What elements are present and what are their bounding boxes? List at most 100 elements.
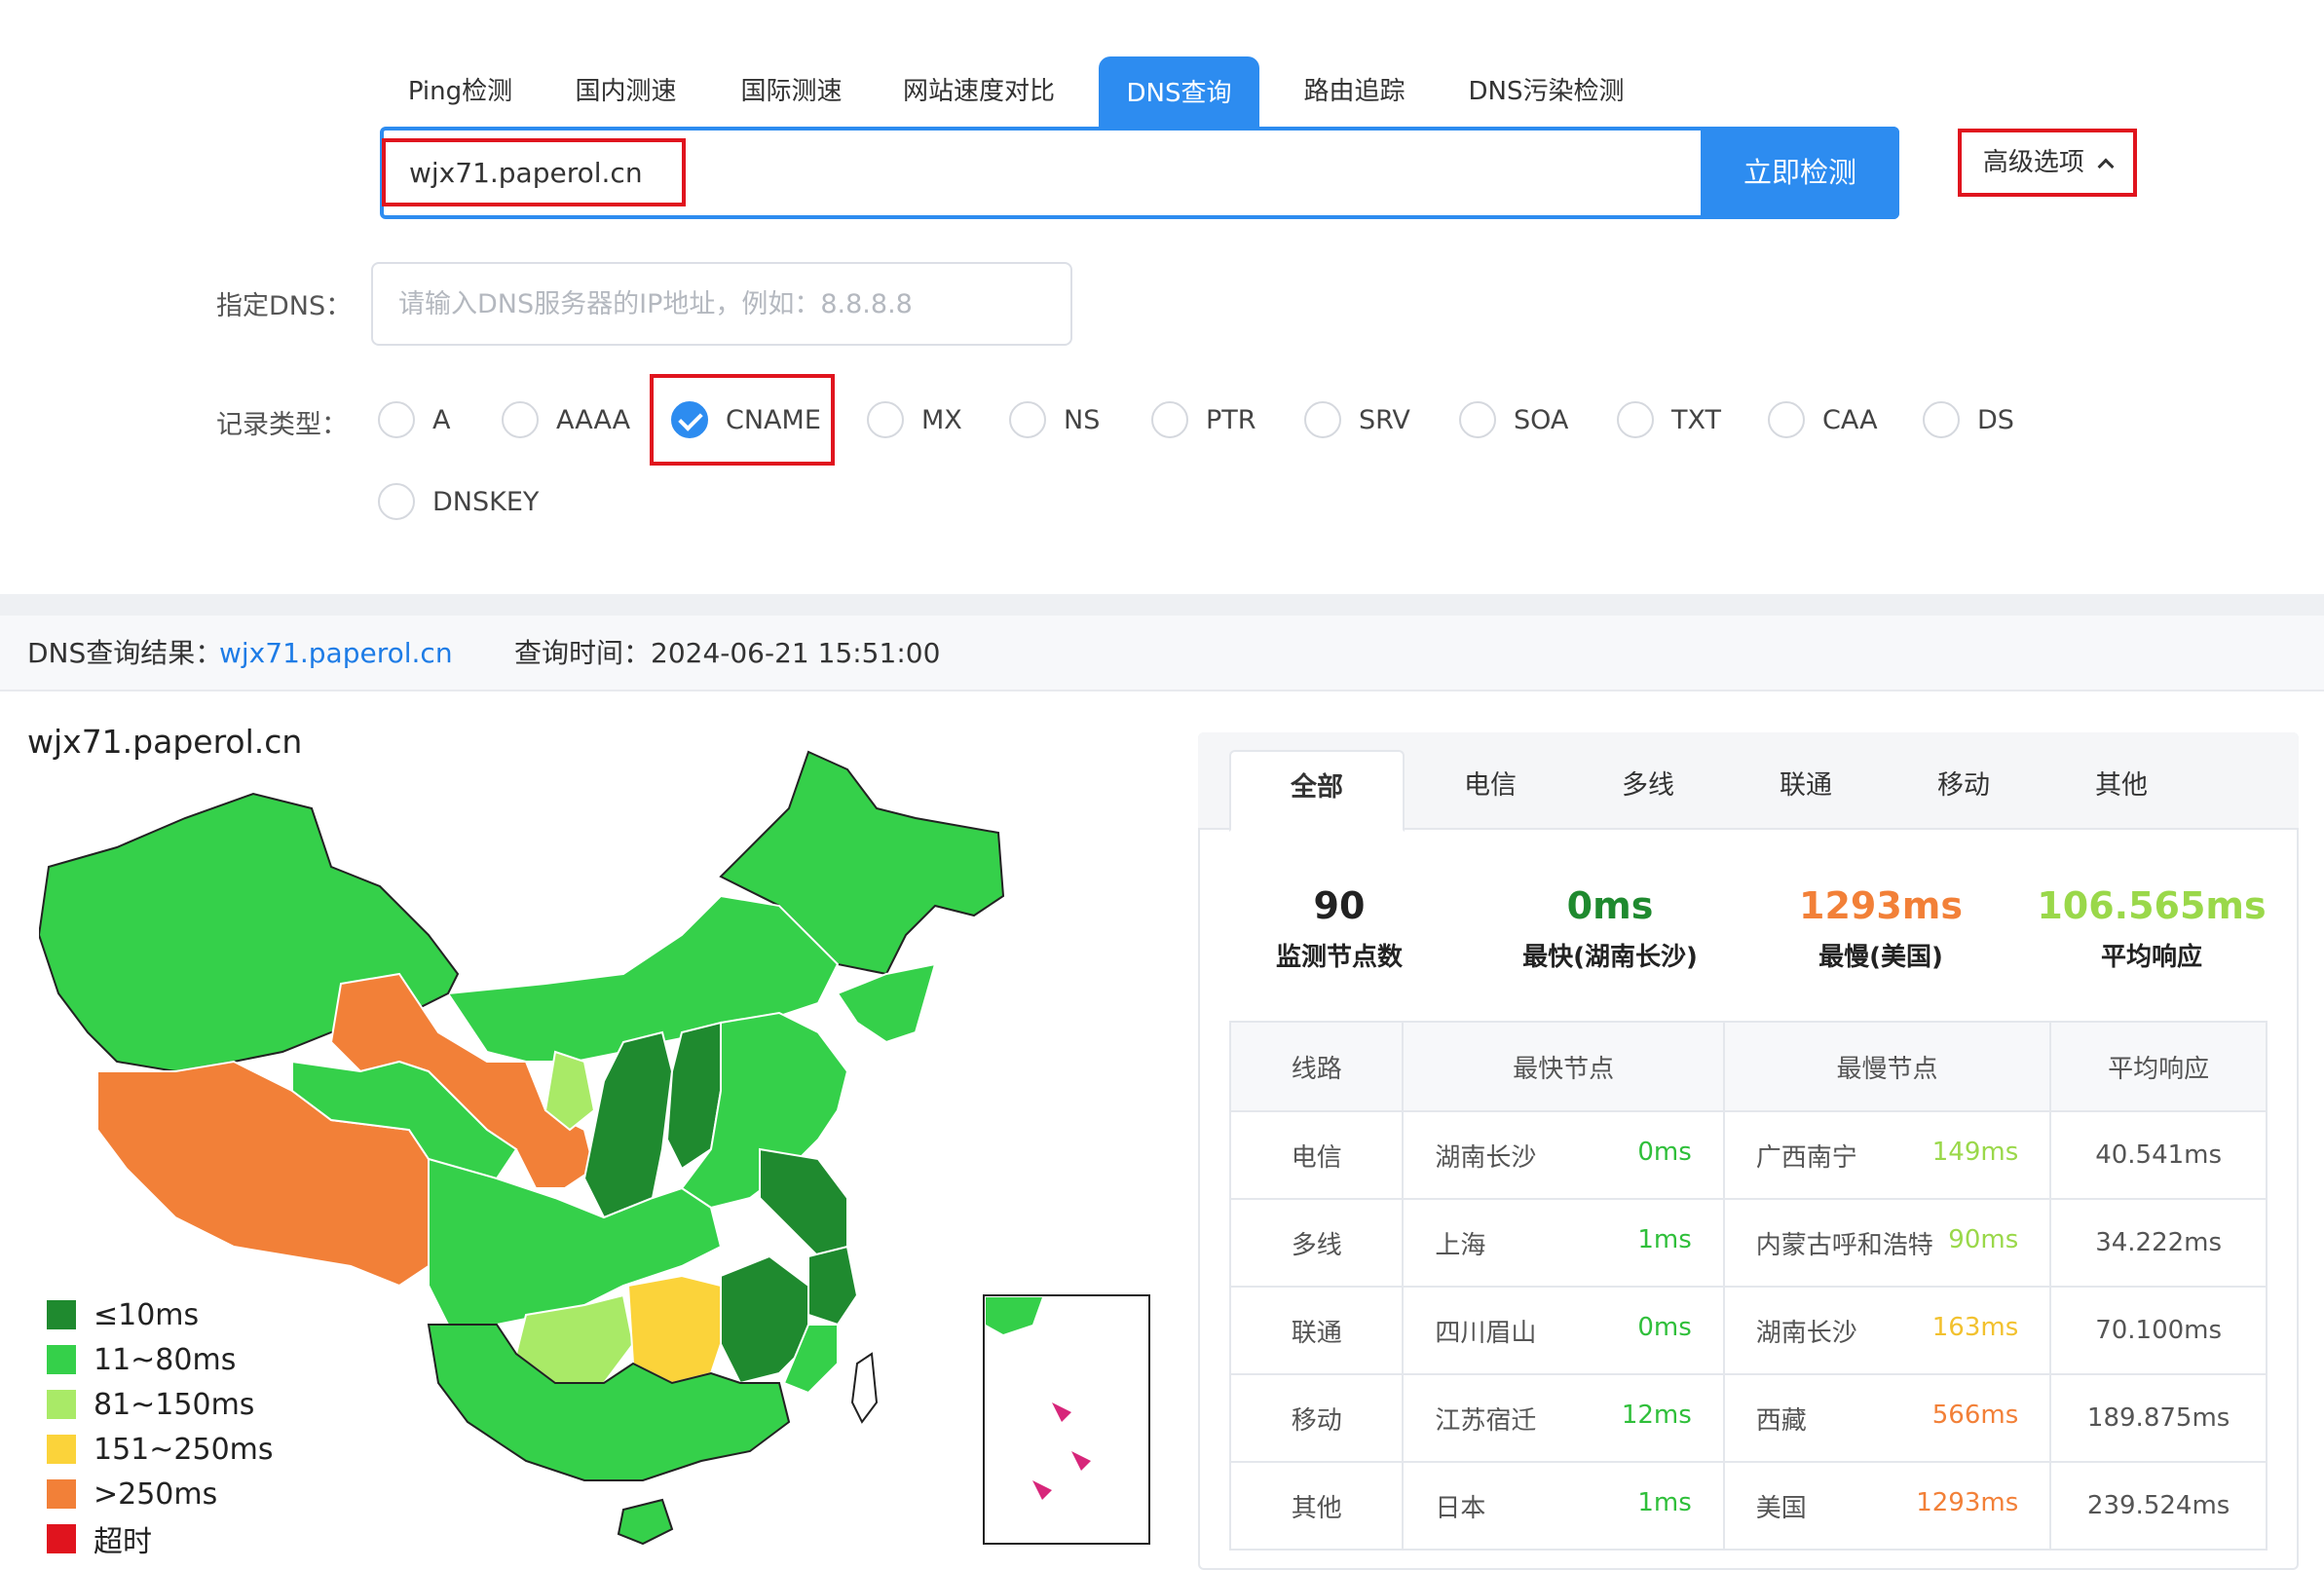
radio-aaaa[interactable]: AAAA bbox=[502, 398, 630, 441]
tab-other[interactable]: 其他 bbox=[2043, 750, 2199, 830]
legend-item: 81~150ms bbox=[47, 1385, 254, 1424]
line-name: 其他 bbox=[1228, 1461, 1405, 1551]
radio-label: SRV bbox=[1359, 404, 1410, 435]
fast-node: 上海 bbox=[1435, 1230, 1486, 1260]
tab-telecom[interactable]: 电信 bbox=[1412, 750, 1568, 830]
dns-label: 指定DNS： bbox=[216, 291, 353, 321]
detect-button[interactable]: 立即检测 bbox=[1701, 127, 1899, 219]
radio-dnskey[interactable]: DNSKEY bbox=[378, 480, 539, 523]
legend-item: ≤10ms bbox=[47, 1295, 199, 1334]
legend-label: 11~80ms bbox=[94, 1342, 237, 1377]
radio-soa[interactable]: SOA bbox=[1459, 398, 1568, 441]
radio-circle-icon bbox=[1304, 401, 1341, 438]
legend-label: 超时 bbox=[94, 1525, 152, 1559]
radio-ns[interactable]: NS bbox=[1009, 398, 1100, 441]
slowest-label: 最慢(美国) bbox=[1818, 943, 1943, 972]
column-header: 平均响应 bbox=[2049, 1021, 2268, 1112]
avg-ms: 239.524ms bbox=[2049, 1461, 2268, 1551]
radio-label: DNSKEY bbox=[432, 486, 540, 517]
radio-a[interactable]: A bbox=[378, 398, 450, 441]
tab-all[interactable]: 全部 bbox=[1229, 750, 1405, 832]
radio-ds[interactable]: DS bbox=[1923, 398, 2014, 441]
fast-ms: 0ms bbox=[1637, 1137, 1692, 1167]
slow-node: 湖南长沙 bbox=[1755, 1318, 1857, 1348]
line-name: 联通 bbox=[1228, 1286, 1405, 1375]
radio-circle-icon bbox=[867, 401, 904, 438]
table-row: 其他 日本 1ms 美国 1293ms 239.524ms bbox=[1228, 1461, 2268, 1551]
table-row: 多线 上海 1ms 内蒙古呼和浩特 90ms 34.222ms bbox=[1228, 1198, 2268, 1288]
tab-domestic-speed[interactable]: 国内测速 bbox=[555, 55, 696, 129]
average-label: 平均响应 bbox=[2100, 943, 2202, 972]
record-type-label: 记录类型： bbox=[216, 410, 348, 440]
fast-ms: 1ms bbox=[1637, 1487, 1692, 1517]
table-header-row: 线路 最快节点 最慢节点 平均响应 bbox=[1228, 1021, 2268, 1112]
slow-ms: 149ms bbox=[1931, 1137, 2019, 1167]
fastest-label: 最快(湖南长沙) bbox=[1522, 943, 1698, 972]
legend-label: ≤10ms bbox=[94, 1297, 200, 1332]
legend-swatch bbox=[47, 1479, 76, 1509]
tab-ping[interactable]: Ping检测 bbox=[390, 55, 531, 129]
legend-label: 81~150ms bbox=[94, 1387, 255, 1422]
radio-label: AAAA bbox=[556, 404, 631, 435]
radio-srv[interactable]: SRV bbox=[1304, 398, 1410, 441]
radio-circle-icon bbox=[1617, 401, 1654, 438]
radio-ptr[interactable]: PTR bbox=[1151, 398, 1256, 441]
query-time-value: 2024-06-21 15:51:00 bbox=[651, 637, 941, 669]
fast-node: 日本 bbox=[1435, 1493, 1486, 1523]
legend-swatch bbox=[47, 1390, 76, 1419]
fast-ms: 12ms bbox=[1621, 1400, 1692, 1430]
radio-circle-icon bbox=[378, 401, 415, 438]
tab-traceroute[interactable]: 路由追踪 bbox=[1284, 55, 1425, 129]
legend-item: 151~250ms bbox=[47, 1430, 274, 1469]
legend-label: >250ms bbox=[94, 1477, 218, 1512]
column-header: 最快节点 bbox=[1402, 1021, 1725, 1112]
radio-caa[interactable]: CAA bbox=[1768, 398, 1878, 441]
slowest-value: 1293ms bbox=[1799, 884, 1963, 927]
radio-label: SOA bbox=[1514, 404, 1569, 435]
radio-label: NS bbox=[1064, 404, 1101, 435]
legend-swatch bbox=[47, 1345, 76, 1374]
tab-multiline[interactable]: 多线 bbox=[1570, 750, 1726, 830]
slow-ms: 566ms bbox=[1931, 1400, 2019, 1430]
highlight-box bbox=[382, 138, 686, 206]
radio-label: PTR bbox=[1206, 404, 1256, 435]
radio-label: TXT bbox=[1671, 404, 1722, 435]
tab-site-compare[interactable]: 网站速度对比 bbox=[886, 55, 1071, 129]
result-domain-link[interactable]: wjx71.paperol.cn bbox=[219, 616, 453, 692]
line-name: 多线 bbox=[1228, 1198, 1405, 1288]
legend-item: >250ms bbox=[47, 1475, 217, 1514]
tab-unicom[interactable]: 联通 bbox=[1728, 750, 1884, 830]
column-header: 线路 bbox=[1228, 1021, 1405, 1112]
legend-item: 11~80ms bbox=[47, 1340, 236, 1379]
slow-ms: 90ms bbox=[1948, 1224, 2019, 1254]
tab-dns-query[interactable]: DNS查询 bbox=[1099, 56, 1259, 129]
avg-ms: 34.222ms bbox=[2049, 1198, 2268, 1288]
fastest-value: 0ms bbox=[1566, 884, 1654, 927]
slow-node: 内蒙古呼和浩特 bbox=[1755, 1230, 1933, 1260]
dns-server-input[interactable] bbox=[371, 262, 1072, 346]
radio-circle-icon bbox=[1768, 401, 1805, 438]
legend-swatch bbox=[47, 1435, 76, 1464]
radio-label: A bbox=[432, 404, 451, 435]
line-name: 移动 bbox=[1228, 1373, 1405, 1463]
tab-dns-pollution[interactable]: DNS污染检测 bbox=[1456, 55, 1636, 129]
radio-circle-icon bbox=[1009, 401, 1046, 438]
fast-ms: 0ms bbox=[1637, 1312, 1692, 1342]
legend-swatch bbox=[47, 1524, 76, 1553]
tab-intl-speed[interactable]: 国际测速 bbox=[721, 55, 862, 129]
radio-circle-icon bbox=[1459, 401, 1496, 438]
tab-mobile[interactable]: 移动 bbox=[1886, 750, 2042, 830]
radio-mx[interactable]: MX bbox=[867, 398, 962, 441]
table-row: 移动 江苏宿迁 12ms 西藏 566ms 189.875ms bbox=[1228, 1373, 2268, 1463]
radio-txt[interactable]: TXT bbox=[1617, 398, 1721, 441]
table-row: 电信 湖南长沙 0ms 广西南宁 149ms 40.541ms bbox=[1228, 1110, 2268, 1200]
highlight-box bbox=[650, 374, 835, 466]
avg-ms: 189.875ms bbox=[2049, 1373, 2268, 1463]
radio-circle-icon bbox=[1151, 401, 1188, 438]
fast-node: 湖南长沙 bbox=[1435, 1142, 1537, 1173]
query-time-label: 查询时间： bbox=[514, 637, 652, 669]
avg-ms: 70.100ms bbox=[2049, 1286, 2268, 1375]
line-name: 电信 bbox=[1228, 1110, 1405, 1200]
result-prefix: DNS查询结果： bbox=[27, 637, 223, 669]
legend-label: 151~250ms bbox=[94, 1432, 274, 1467]
